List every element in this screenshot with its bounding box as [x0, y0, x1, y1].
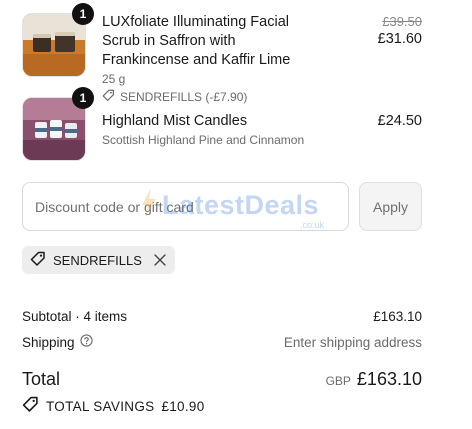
product-thumbnail: 1	[22, 87, 94, 161]
item-prices: £39.50 £31.60	[378, 13, 422, 49]
product-title: LUXfoliate Illuminating Facial Scrub in …	[102, 14, 291, 68]
quantity-badge: 1	[72, 3, 94, 25]
shipping-label: Shipping	[22, 334, 75, 350]
subtotal-value: £163.10	[373, 309, 422, 324]
close-icon	[154, 254, 166, 266]
product-variant: Scottish Highland Pine and Cinnamon	[102, 133, 305, 147]
product-title: Highland Mist Candles	[102, 113, 248, 129]
total-label: Total	[22, 369, 61, 389]
help-icon[interactable]	[79, 334, 93, 350]
item-prices: £24.50	[378, 112, 422, 131]
savings-label: TOTAL SAVINGS	[46, 398, 155, 414]
quantity-badge: 1	[72, 87, 94, 109]
tag-icon	[30, 251, 46, 270]
currency-code: GBP	[325, 374, 351, 388]
line-item: 1 Highland Mist Candles Scottish Highlan…	[22, 87, 422, 163]
shipping-value: Enter shipping address	[283, 334, 422, 350]
item-price: £31.60	[377, 31, 422, 47]
applied-discount-code: SENDREFILLS	[53, 252, 142, 268]
remove-discount-button[interactable]	[153, 253, 167, 267]
tag-icon	[22, 396, 39, 416]
subtotal-row: Subtotal · 4 items £163.10	[22, 309, 422, 324]
total-savings: TOTAL SAVINGS £10.90	[22, 396, 205, 416]
discount-code-input[interactable]	[22, 182, 349, 231]
shipping-row: Shipping Enter shipping address	[22, 334, 422, 350]
product-thumbnail: 1	[22, 3, 94, 77]
line-item: 1 LUXfoliate Illuminating Facial Scrub i…	[22, 3, 422, 104]
applied-discount-chip: SENDREFILLS	[22, 246, 175, 274]
apply-button[interactable]: Apply	[359, 182, 422, 231]
compare-price: £39.50	[382, 14, 422, 29]
subtotal-label: Subtotal · 4 items	[22, 309, 128, 324]
product-variant: 25 g	[102, 72, 126, 86]
savings-value: £10.90	[161, 398, 205, 414]
item-price: £24.50	[377, 113, 422, 129]
total-value: £163.10	[356, 369, 422, 389]
total-row: Total GBP £163.10	[22, 369, 422, 390]
